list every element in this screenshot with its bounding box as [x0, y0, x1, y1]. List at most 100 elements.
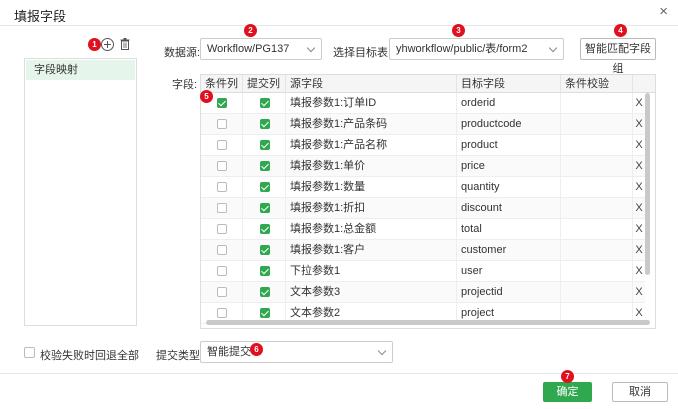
table-row[interactable]: 填报参数1:客户 customer X — [201, 240, 645, 261]
condition-checkbox[interactable] — [217, 161, 227, 171]
table-row[interactable]: 填报参数1:数量 quantity X — [201, 177, 645, 198]
table-row[interactable]: 下拉参数1 user X — [201, 261, 645, 282]
delete-row-button[interactable]: X — [633, 240, 645, 261]
cancel-button[interactable]: 取消 — [612, 382, 668, 402]
target-field-cell[interactable]: quantity — [457, 177, 561, 198]
column-header-target: 目标字段 — [457, 75, 561, 93]
condition-cell — [201, 282, 243, 303]
submit-type-label: 提交类型: — [156, 350, 204, 362]
condition-check-cell[interactable] — [561, 93, 633, 114]
submit-checkbox[interactable] — [260, 287, 270, 297]
target-field-cell[interactable]: total — [457, 219, 561, 240]
submit-checkbox[interactable] — [260, 140, 270, 150]
mapping-list-item[interactable]: 字段映射 — [26, 60, 135, 80]
target-table-select[interactable]: yhworkflow/public/表/form2 — [389, 38, 564, 60]
add-icon[interactable] — [101, 38, 114, 51]
source-field-cell[interactable]: 填报参数1:客户 — [286, 240, 457, 261]
submit-cell — [243, 135, 286, 156]
table-row[interactable]: 填报参数1:产品名称 product X — [201, 135, 645, 156]
condition-check-cell[interactable] — [561, 198, 633, 219]
rollback-label: 校验失败时回退全部 — [40, 350, 139, 362]
source-field-cell[interactable]: 填报参数1:单价 — [286, 156, 457, 177]
target-field-cell[interactable]: discount — [457, 198, 561, 219]
condition-checkbox[interactable] — [217, 98, 227, 108]
horizontal-scrollbar[interactable] — [206, 320, 650, 325]
target-field-cell[interactable]: customer — [457, 240, 561, 261]
target-field-cell[interactable]: price — [457, 156, 561, 177]
table-row[interactable]: 填报参数1:订单ID orderid X — [201, 93, 645, 114]
table-row[interactable]: 填报参数1:总金额 total X — [201, 219, 645, 240]
condition-checkbox[interactable] — [217, 119, 227, 129]
source-field-cell[interactable]: 文本参数3 — [286, 282, 457, 303]
rollback-checkbox[interactable] — [24, 347, 35, 358]
delete-row-button[interactable]: X — [633, 261, 645, 282]
mapping-list-panel: 字段映射 — [24, 58, 137, 326]
source-field-cell[interactable]: 填报参数1:总金额 — [286, 219, 457, 240]
vertical-scrollbar[interactable] — [645, 93, 650, 275]
submit-checkbox[interactable] — [260, 308, 270, 318]
condition-checkbox[interactable] — [217, 224, 227, 234]
source-field-cell[interactable]: 下拉参数1 — [286, 261, 457, 282]
condition-checkbox[interactable] — [217, 140, 227, 150]
condition-check-cell[interactable] — [561, 282, 633, 303]
target-field-cell[interactable]: productcode — [457, 114, 561, 135]
submit-cell — [243, 177, 286, 198]
source-field-cell[interactable]: 填报参数1:折扣 — [286, 198, 457, 219]
dialog-titlebar: 填报字段 × — [0, 0, 678, 26]
smart-match-button[interactable]: 智能匹配字段组 — [580, 38, 656, 75]
datasource-select[interactable]: Workflow/PG137 — [200, 38, 322, 60]
delete-row-button[interactable]: X — [633, 156, 645, 177]
target-field-cell[interactable]: projectid — [457, 282, 561, 303]
condition-checkbox[interactable] — [217, 245, 227, 255]
condition-check-cell[interactable] — [561, 219, 633, 240]
condition-cell — [201, 240, 243, 261]
submit-checkbox[interactable] — [260, 224, 270, 234]
condition-check-cell[interactable] — [561, 156, 633, 177]
chevron-down-icon — [548, 43, 558, 53]
table-row[interactable]: 填报参数1:产品条码 productcode X — [201, 114, 645, 135]
condition-checkbox[interactable] — [217, 203, 227, 213]
condition-check-cell[interactable] — [561, 261, 633, 282]
submit-cell — [243, 198, 286, 219]
confirm-button[interactable]: 确定 — [543, 382, 592, 402]
table-row[interactable]: 填报参数1:单价 price X — [201, 156, 645, 177]
source-field-cell[interactable]: 填报参数1:数量 — [286, 177, 457, 198]
target-field-cell[interactable]: product — [457, 135, 561, 156]
submit-checkbox[interactable] — [260, 98, 270, 108]
condition-checkbox[interactable] — [217, 266, 227, 276]
submit-checkbox[interactable] — [260, 161, 270, 171]
submit-checkbox[interactable] — [260, 119, 270, 129]
source-field-cell[interactable]: 填报参数1:产品条码 — [286, 114, 457, 135]
submit-checkbox[interactable] — [260, 245, 270, 255]
table-row[interactable]: 填报参数1:折扣 discount X — [201, 198, 645, 219]
trash-icon[interactable] — [120, 38, 130, 50]
submit-checkbox[interactable] — [260, 266, 270, 276]
condition-check-cell[interactable] — [561, 177, 633, 198]
submit-checkbox[interactable] — [260, 182, 270, 192]
table-row[interactable]: 文本参数3 projectid X — [201, 282, 645, 303]
target-field-cell[interactable]: orderid — [457, 93, 561, 114]
condition-checkbox[interactable] — [217, 308, 227, 318]
target-field-cell[interactable]: user — [457, 261, 561, 282]
submit-type-select[interactable]: 智能提交 — [200, 341, 393, 363]
delete-row-button[interactable]: X — [633, 198, 645, 219]
delete-row-button[interactable]: X — [633, 93, 645, 114]
condition-cell — [201, 219, 243, 240]
condition-check-cell[interactable] — [561, 114, 633, 135]
delete-row-button[interactable]: X — [633, 177, 645, 198]
condition-check-cell[interactable] — [561, 240, 633, 261]
source-field-cell[interactable]: 填报参数1:产品名称 — [286, 135, 457, 156]
condition-checkbox[interactable] — [217, 182, 227, 192]
delete-row-button[interactable]: X — [633, 219, 645, 240]
close-icon[interactable]: × — [659, 4, 668, 20]
submit-cell — [243, 114, 286, 135]
condition-checkbox[interactable] — [217, 287, 227, 297]
step-badge-4: 4 — [614, 24, 627, 37]
condition-check-cell[interactable] — [561, 135, 633, 156]
delete-row-button[interactable]: X — [633, 114, 645, 135]
delete-row-button[interactable]: X — [633, 282, 645, 303]
chevron-down-icon — [306, 43, 316, 53]
delete-row-button[interactable]: X — [633, 135, 645, 156]
source-field-cell[interactable]: 填报参数1:订单ID — [286, 93, 457, 114]
submit-checkbox[interactable] — [260, 203, 270, 213]
